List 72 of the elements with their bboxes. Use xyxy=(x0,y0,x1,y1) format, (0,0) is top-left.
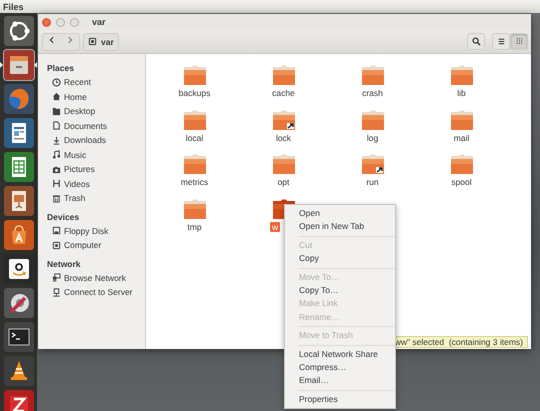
menu-item[interactable]: Open in New Tab xyxy=(285,220,395,234)
sidebar-item[interactable]: Browse Network xyxy=(52,270,126,285)
sidebar-item[interactable]: Downloads xyxy=(52,133,106,148)
folder-icon xyxy=(52,106,61,116)
list-icon xyxy=(496,37,506,46)
file-name: log xyxy=(366,132,378,142)
terminal-icon[interactable] xyxy=(4,322,34,352)
menu-item[interactable]: Email… xyxy=(285,374,395,388)
download-icon xyxy=(52,136,61,145)
folder-icon[interactable] xyxy=(360,153,384,175)
file-name: spool xyxy=(451,177,472,187)
folder-icon[interactable] xyxy=(272,108,296,130)
sidebar-item[interactable]: Documents xyxy=(52,118,107,133)
sidebar-item[interactable]: Recent xyxy=(52,75,91,90)
search-icon xyxy=(472,37,480,46)
menu-item[interactable]: Local Network Share xyxy=(285,348,395,361)
sidebar-heading: Places xyxy=(47,62,74,75)
list-view-button[interactable] xyxy=(492,33,510,50)
menu-item[interactable]: Properties xyxy=(285,392,395,406)
sidebar-item[interactable]: Desktop xyxy=(52,104,96,118)
document-icon[interactable] xyxy=(4,118,34,148)
sidebar-heading: Network xyxy=(47,258,81,270)
presentation-icon[interactable] xyxy=(4,186,34,216)
sidebar-item[interactable]: Videos xyxy=(52,176,90,191)
window-title: var xyxy=(92,17,106,27)
sidebar-item[interactable]: Computer xyxy=(52,238,102,252)
file-name: local xyxy=(186,132,204,142)
app-title: Files xyxy=(3,2,24,12)
path-button[interactable]: var xyxy=(83,32,119,50)
menu-item[interactable]: Copy To… xyxy=(285,284,395,298)
traffic-cone-icon[interactable] xyxy=(4,356,34,386)
spreadsheet-icon[interactable] xyxy=(4,152,34,182)
file-name: lib xyxy=(457,88,466,98)
sidebar-item[interactable]: Trash xyxy=(52,191,86,206)
active-indicator-icon xyxy=(0,62,3,68)
search-button[interactable] xyxy=(467,33,485,50)
circle-logo-icon[interactable] xyxy=(4,16,34,46)
sidebar-item[interactable]: Music xyxy=(52,148,86,162)
file-name: cache xyxy=(272,88,295,98)
file-name: mail xyxy=(454,132,470,142)
drive-icon xyxy=(52,240,61,250)
tile-icon[interactable] xyxy=(4,390,34,411)
network-icon xyxy=(52,273,61,282)
trash-icon xyxy=(52,194,61,203)
sidebar-item[interactable]: Connect to Server xyxy=(52,285,133,300)
camera-icon xyxy=(52,164,61,174)
music-note-icon xyxy=(52,150,61,160)
file-name: tmp xyxy=(187,222,202,232)
drive-icon xyxy=(88,37,97,46)
document-icon xyxy=(52,121,61,130)
house-icon xyxy=(52,92,61,102)
sidebar-heading: Devices xyxy=(47,210,80,224)
shopping-bag-icon[interactable] xyxy=(4,220,34,250)
file-name: w xyxy=(270,222,280,232)
file-name: opt xyxy=(278,177,290,187)
menu-item[interactable]: Copy xyxy=(285,252,395,266)
file-name: backups xyxy=(178,88,210,98)
globe-icon[interactable] xyxy=(4,84,34,114)
grid-icon xyxy=(514,37,524,46)
clock-icon xyxy=(52,78,61,87)
file-name: crash xyxy=(362,88,383,98)
close-button[interactable] xyxy=(42,18,51,26)
cabinet-icon[interactable] xyxy=(4,50,34,80)
menu-item[interactable]: Compress… xyxy=(285,360,395,374)
menu-item[interactable]: Open xyxy=(285,207,395,220)
sidebar-item[interactable]: Floppy Disk xyxy=(52,224,108,238)
file-name: lock xyxy=(276,132,292,142)
sidebar-item[interactable]: Home xyxy=(52,90,87,104)
file-name: run xyxy=(366,177,379,187)
sidebar-item[interactable]: Pictures xyxy=(52,162,95,176)
file-name: metrics xyxy=(180,177,208,187)
server-icon xyxy=(52,288,61,297)
